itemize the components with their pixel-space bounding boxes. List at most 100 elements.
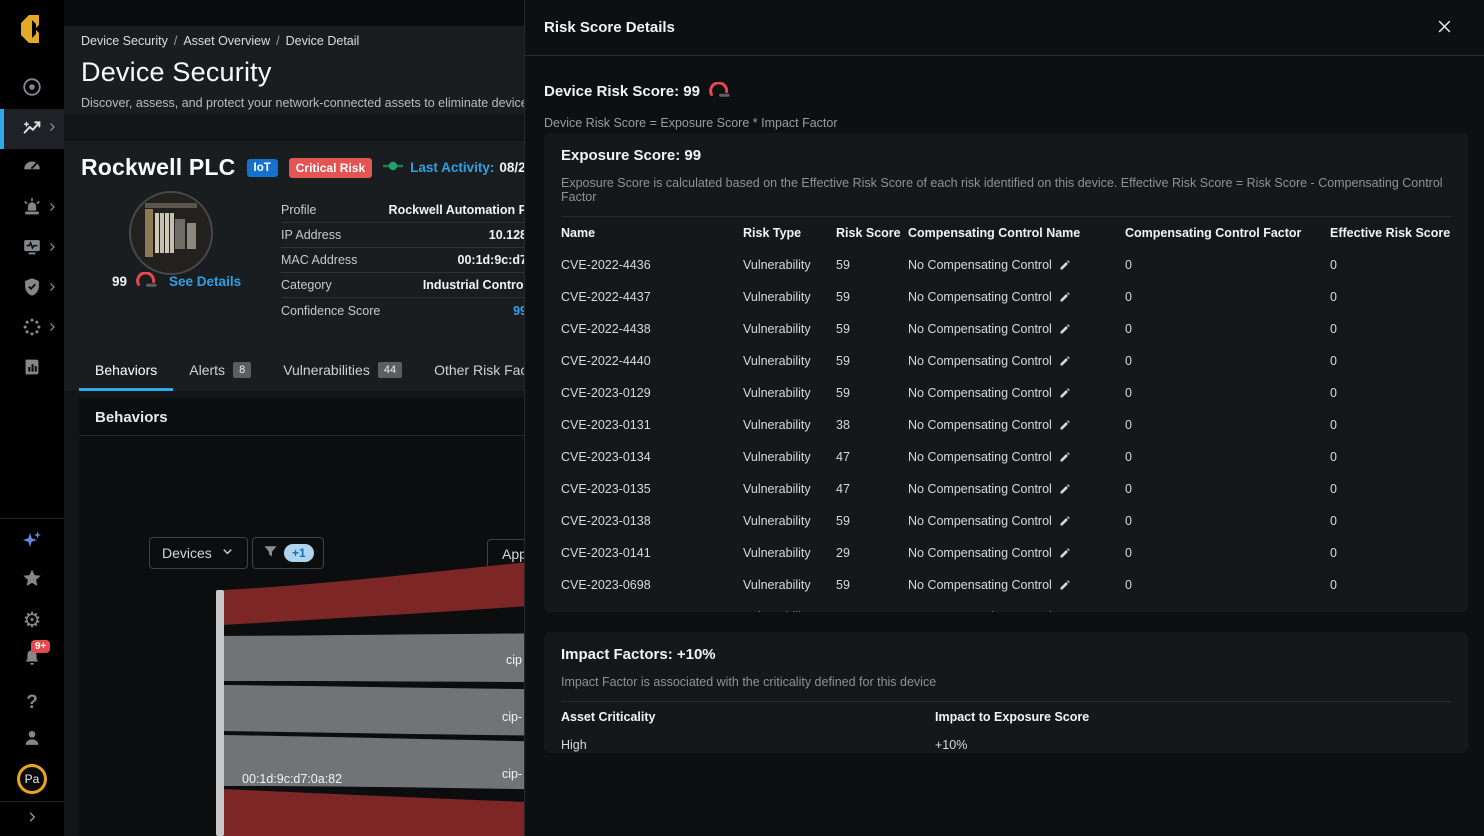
radar-icon	[21, 76, 43, 103]
compensating-control-cell: No Compensating Control	[908, 313, 1125, 345]
profile-row: Category Industrial Control	[281, 273, 527, 298]
cve-link[interactable]: CVE-2022-4437	[561, 281, 743, 313]
exposure-score-description: Exposure Score is calculated based on th…	[561, 176, 1451, 204]
panel-title: Risk Score Details	[544, 19, 675, 36]
control-factor-cell: 0	[1125, 377, 1330, 409]
sidebar-item-help[interactable]: ?	[0, 682, 64, 722]
compensating-control-cell: No Compensating Control	[908, 249, 1125, 281]
sidebar-item-settings[interactable]: ⚙	[0, 600, 64, 640]
cve-link[interactable]: CVE-2023-0134	[561, 441, 743, 473]
edit-pencil-icon[interactable]	[1059, 323, 1071, 335]
compensating-control-cell: No Compensating Control	[908, 441, 1125, 473]
profile-row: Confidence Score99	[281, 298, 527, 323]
risk-type-cell: Vulnerability	[743, 409, 836, 441]
table-row: High+10%	[561, 732, 1451, 753]
last-activity-label: Last Activity:	[410, 160, 494, 175]
sidebar-item-alerts[interactable]	[0, 189, 64, 229]
column-header: Risk Score	[836, 217, 908, 249]
app-logo[interactable]	[0, 10, 64, 52]
risk-score-cell: 59	[836, 601, 908, 612]
edit-pencil-icon[interactable]	[1059, 419, 1071, 431]
cve-link[interactable]: CVE-2023-0131	[561, 409, 743, 441]
sidebar-item-notifications[interactable]: 9+	[0, 640, 64, 680]
edit-pencil-icon[interactable]	[1059, 387, 1071, 399]
effective-score-cell: 0	[1330, 377, 1451, 409]
sidebar-item-account[interactable]: Pa	[0, 760, 64, 798]
table-row: CVE-2023-0138Vulnerability59No Compensat…	[561, 505, 1451, 537]
risk-type-cell: Vulnerability	[743, 505, 836, 537]
control-factor-cell: 0	[1125, 441, 1330, 473]
device-profile-table: ProfileRockwell Automation PIP Address10…	[281, 198, 527, 323]
insights-icon	[21, 116, 43, 143]
profile-value: Industrial Control	[423, 278, 527, 292]
tab-behaviors[interactable]: Behaviors	[79, 352, 173, 391]
tab-alerts[interactable]: Alerts8	[173, 352, 267, 391]
table-row: CVE-2023-0141Vulnerability29No Compensat…	[561, 537, 1451, 569]
gauge-icon	[21, 156, 43, 183]
risk-score-cell: 59	[836, 249, 908, 281]
sidebar-item-processes[interactable]	[0, 309, 64, 349]
sidebar-item-protection[interactable]	[0, 269, 64, 309]
edit-pencil-icon[interactable]	[1059, 451, 1071, 463]
compensating-control-cell: No Compensating Control	[908, 601, 1125, 612]
risk-type-cell: Vulnerability	[743, 377, 836, 409]
profile-value: 00:1d:9c:d7	[458, 253, 527, 267]
edit-pencil-icon[interactable]	[1059, 259, 1071, 271]
edit-pencil-icon[interactable]	[1059, 579, 1071, 591]
user-icon	[21, 727, 43, 754]
compensating-control-cell: No Compensating Control	[908, 537, 1125, 569]
cve-link[interactable]: CVE-2022-4438	[561, 313, 743, 345]
profile-row: IP Address10.128	[281, 223, 527, 248]
sidebar-item-ai-assistant[interactable]	[0, 522, 64, 562]
device-risk-score-heading: Device Risk Score: 99	[544, 83, 700, 100]
tab-count-badge: 44	[378, 362, 402, 378]
profile-value: Rockwell Automation P	[389, 203, 527, 217]
avatar: Pa	[17, 764, 47, 794]
sparkles-icon	[20, 528, 44, 557]
edit-pencil-icon[interactable]	[1059, 483, 1071, 495]
table-row: CVE-2023-0131Vulnerability38No Compensat…	[561, 409, 1451, 441]
risk-score-cell: 47	[836, 473, 908, 505]
sidebar-item-favorites[interactable]	[0, 560, 64, 600]
sidebar-item-device-security[interactable]	[0, 109, 64, 149]
cve-link[interactable]: CVE-2023-0141	[561, 537, 743, 569]
cve-link[interactable]: CVE-2023-0135	[561, 473, 743, 505]
control-factor-cell: 0	[1125, 313, 1330, 345]
impact-cell: +10%	[935, 732, 1451, 753]
sidebar-item-gauge[interactable]	[0, 149, 64, 189]
cve-link[interactable]: CVE-2023-0698	[561, 569, 743, 601]
close-button[interactable]	[1432, 14, 1457, 42]
column-header: Impact to Exposure Score	[935, 702, 1451, 732]
edit-pencil-icon[interactable]	[1059, 547, 1071, 559]
sidebar-collapse-button[interactable]	[0, 805, 64, 833]
cve-link[interactable]: CVE-2023-0933	[561, 601, 743, 612]
chevron-right-icon	[46, 320, 58, 338]
risk-type-cell: Vulnerability	[743, 473, 836, 505]
effective-score-cell: 0	[1330, 313, 1451, 345]
effective-score-cell: 0	[1330, 281, 1451, 313]
cve-link[interactable]: CVE-2023-0129	[561, 377, 743, 409]
cve-link[interactable]: CVE-2022-4436	[561, 249, 743, 281]
cve-link[interactable]: CVE-2022-4440	[561, 345, 743, 377]
breadcrumb-item-device-security[interactable]: Device Security	[81, 34, 168, 48]
sidebar-item-user[interactable]	[0, 720, 64, 760]
edit-pencil-icon[interactable]	[1059, 515, 1071, 527]
profile-label: Category	[281, 278, 332, 292]
impact-factors-heading: Impact Factors: +10%	[561, 646, 1451, 663]
tab-vulnerabilities[interactable]: Vulnerabilities44	[267, 352, 418, 391]
breadcrumb-item-device-detail: Device Detail	[286, 34, 360, 48]
effective-score-cell: 0	[1330, 505, 1451, 537]
breadcrumb-item-asset-overview[interactable]: Asset Overview	[183, 34, 270, 48]
sidebar-item-reports[interactable]	[0, 349, 64, 389]
edit-pencil-icon[interactable]	[1059, 611, 1071, 612]
cve-link[interactable]: CVE-2023-0138	[561, 505, 743, 537]
edit-pencil-icon[interactable]	[1059, 291, 1071, 303]
sidebar-item-radar[interactable]	[0, 69, 64, 109]
gear-icon: ⚙	[23, 610, 42, 631]
table-row: CVE-2023-0933Vulnerability59No Compensat…	[561, 601, 1451, 612]
control-factor-cell: 0	[1125, 569, 1330, 601]
sidebar-item-monitoring[interactable]	[0, 229, 64, 269]
sankey-flow-label: cip-	[502, 710, 522, 724]
see-details-link[interactable]: See Details	[169, 274, 241, 289]
edit-pencil-icon[interactable]	[1059, 355, 1071, 367]
